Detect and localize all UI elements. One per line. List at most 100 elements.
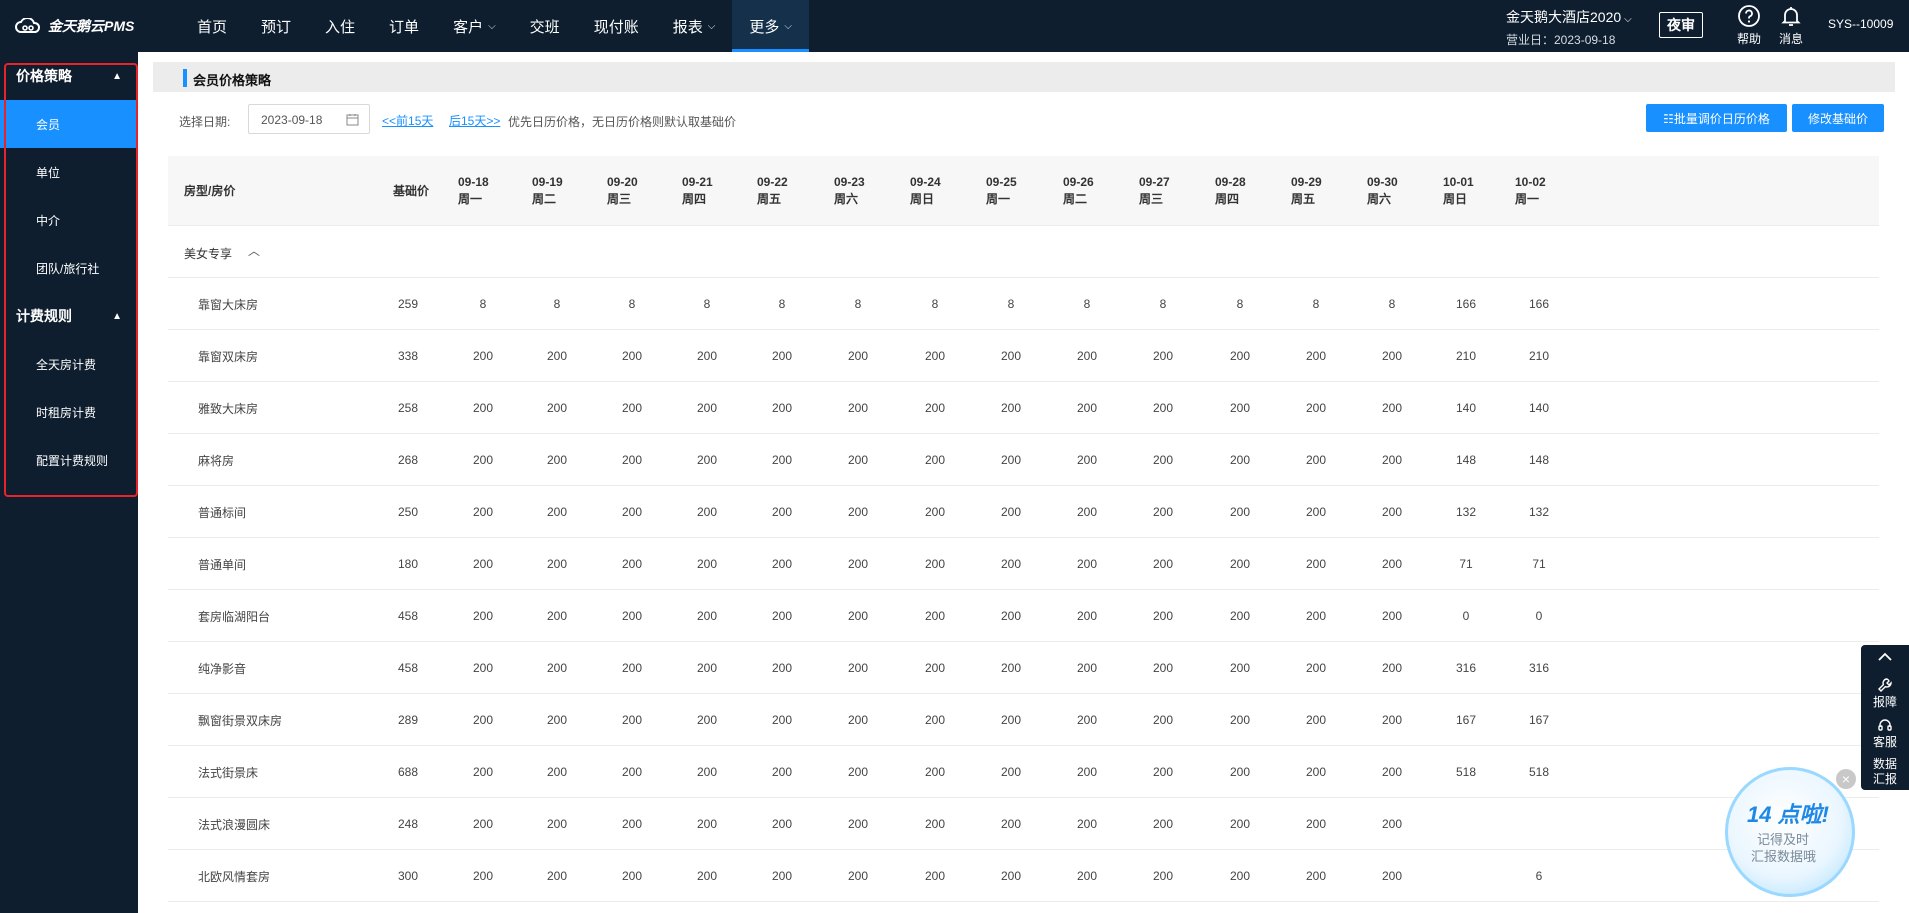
base-price-cell[interactable]: 458 xyxy=(378,642,438,694)
price-cell[interactable]: 200 xyxy=(1286,486,1346,538)
price-cell[interactable]: 200 xyxy=(1362,538,1422,590)
price-cell[interactable]: 200 xyxy=(905,746,965,798)
price-cell[interactable]: 200 xyxy=(1133,330,1193,382)
table-row[interactable]: 纯净影音 458 200 200 200 200 200 200 200 200 200 200 200… xyxy=(168,642,1879,694)
price-cell[interactable]: 200 xyxy=(981,850,1041,902)
price-cell[interactable]: 148 xyxy=(1509,434,1569,486)
price-cell[interactable]: 200 xyxy=(1133,538,1193,590)
price-cell[interactable]: 200 xyxy=(453,642,513,694)
price-cell[interactable]: 200 xyxy=(981,486,1041,538)
price-cell[interactable]: 200 xyxy=(677,590,737,642)
price-cell[interactable]: 200 xyxy=(1362,746,1422,798)
price-cell[interactable]: 167 xyxy=(1509,694,1569,746)
price-cell[interactable]: 8 xyxy=(527,278,587,330)
price-cell[interactable]: 200 xyxy=(905,486,965,538)
nav-item[interactable]: 预订 xyxy=(244,0,308,52)
base-price-cell[interactable]: 248 xyxy=(378,798,438,850)
nav-item[interactable]: 报表 ⌵ xyxy=(656,0,733,52)
price-cell[interactable]: 200 xyxy=(905,694,965,746)
price-cell[interactable]: 200 xyxy=(828,694,888,746)
price-cell[interactable]: 200 xyxy=(1210,382,1270,434)
price-cell[interactable]: 200 xyxy=(981,798,1041,850)
table-row[interactable]: 飘窗街景双床房 289 200 200 200 200 200 200 200 200 200 200… xyxy=(168,694,1879,746)
price-cell[interactable]: 200 xyxy=(1057,538,1117,590)
table-row[interactable]: 靠窗双床房 338 200 200 200 200 200 200 200 200 200 200 20… xyxy=(168,330,1879,382)
report-issue-button[interactable]: 报障 xyxy=(1861,677,1909,710)
price-cell[interactable]: 200 xyxy=(1362,382,1422,434)
price-cell[interactable]: 200 xyxy=(828,434,888,486)
price-cell[interactable]: 200 xyxy=(677,538,737,590)
price-cell[interactable]: 200 xyxy=(905,642,965,694)
help-button[interactable]: 帮助 xyxy=(1731,4,1767,47)
price-cell[interactable]: 200 xyxy=(602,382,662,434)
price-cell[interactable]: 200 xyxy=(905,538,965,590)
price-cell[interactable]: 200 xyxy=(453,746,513,798)
price-cell[interactable]: 200 xyxy=(1210,590,1270,642)
price-cell[interactable]: 200 xyxy=(527,434,587,486)
price-cell[interactable]: 200 xyxy=(453,434,513,486)
nav-item[interactable]: 首页 xyxy=(180,0,244,52)
price-cell[interactable]: 200 xyxy=(527,694,587,746)
price-cell[interactable]: 200 xyxy=(752,434,812,486)
price-cell[interactable]: 200 xyxy=(527,486,587,538)
price-cell[interactable]: 200 xyxy=(602,434,662,486)
user-menu[interactable]: SYS--10009 xyxy=(1828,17,1893,31)
price-cell[interactable]: 200 xyxy=(1286,642,1346,694)
batch-adjust-calendar-price-button[interactable]: ☷批量调价日历价格 xyxy=(1646,104,1787,132)
price-cell[interactable]: 6 xyxy=(1509,850,1569,902)
nav-item[interactable]: 客户 ⌵ xyxy=(436,0,513,52)
table-row[interactable]: 北欧风情套房 300 200 200 200 200 200 200 200 200 200 200 2… xyxy=(168,850,1879,902)
sidebar-item[interactable]: 时租房计费 xyxy=(0,388,138,436)
price-cell[interactable]: 200 xyxy=(527,850,587,902)
price-cell[interactable]: 200 xyxy=(752,538,812,590)
price-cell[interactable]: 200 xyxy=(1362,694,1422,746)
price-cell[interactable]: 200 xyxy=(677,382,737,434)
price-cell[interactable]: 316 xyxy=(1436,642,1496,694)
price-cell[interactable]: 200 xyxy=(1210,746,1270,798)
price-cell[interactable]: 200 xyxy=(1362,642,1422,694)
price-cell[interactable]: 200 xyxy=(602,486,662,538)
price-cell[interactable]: 200 xyxy=(1057,642,1117,694)
price-cell[interactable]: 200 xyxy=(677,486,737,538)
price-cell[interactable]: 518 xyxy=(1436,746,1496,798)
nav-item[interactable]: 更多 ⌵ xyxy=(732,0,809,52)
price-cell[interactable]: 200 xyxy=(1286,590,1346,642)
price-cell[interactable]: 0 xyxy=(1509,590,1569,642)
base-price-cell[interactable]: 688 xyxy=(378,746,438,798)
price-cell[interactable]: 8 xyxy=(981,278,1041,330)
table-row[interactable]: 法式街景床 688 200 200 200 200 200 200 200 200 200 200 20… xyxy=(168,746,1879,798)
price-cell[interactable]: 200 xyxy=(1210,486,1270,538)
price-cell[interactable]: 200 xyxy=(1057,330,1117,382)
price-cell[interactable]: 200 xyxy=(602,590,662,642)
price-cell[interactable]: 200 xyxy=(1133,746,1193,798)
price-cell[interactable]: 200 xyxy=(1210,538,1270,590)
price-cell[interactable]: 200 xyxy=(1286,330,1346,382)
price-cell[interactable]: 200 xyxy=(1362,434,1422,486)
price-cell[interactable]: 200 xyxy=(1286,798,1346,850)
price-cell[interactable]: 8 xyxy=(602,278,662,330)
price-cell[interactable]: 200 xyxy=(602,330,662,382)
price-cell[interactable]: 167 xyxy=(1436,694,1496,746)
base-price-cell[interactable]: 338 xyxy=(378,330,438,382)
price-cell[interactable]: 200 xyxy=(1362,486,1422,538)
price-cell[interactable]: 200 xyxy=(1362,850,1422,902)
price-cell[interactable]: 200 xyxy=(602,746,662,798)
price-cell[interactable]: 200 xyxy=(1210,642,1270,694)
price-cell[interactable]: 200 xyxy=(1210,434,1270,486)
price-cell[interactable]: 200 xyxy=(905,382,965,434)
price-cell[interactable]: 200 xyxy=(1057,434,1117,486)
price-cell[interactable]: 200 xyxy=(1057,694,1117,746)
price-cell[interactable]: 200 xyxy=(828,382,888,434)
price-cell[interactable]: 200 xyxy=(1133,382,1193,434)
price-cell[interactable]: 200 xyxy=(453,382,513,434)
price-cell[interactable]: 200 xyxy=(1210,850,1270,902)
sidebar-item[interactable]: 单位 xyxy=(0,148,138,196)
base-price-cell[interactable]: 300 xyxy=(378,850,438,902)
price-cell[interactable]: 8 xyxy=(453,278,513,330)
price-cell[interactable]: 200 xyxy=(453,850,513,902)
price-cell[interactable]: 8 xyxy=(1286,278,1346,330)
price-cell[interactable]: 140 xyxy=(1436,382,1496,434)
price-cell[interactable]: 166 xyxy=(1509,278,1569,330)
price-cell[interactable]: 200 xyxy=(828,746,888,798)
nav-item[interactable]: 交班 xyxy=(513,0,577,52)
